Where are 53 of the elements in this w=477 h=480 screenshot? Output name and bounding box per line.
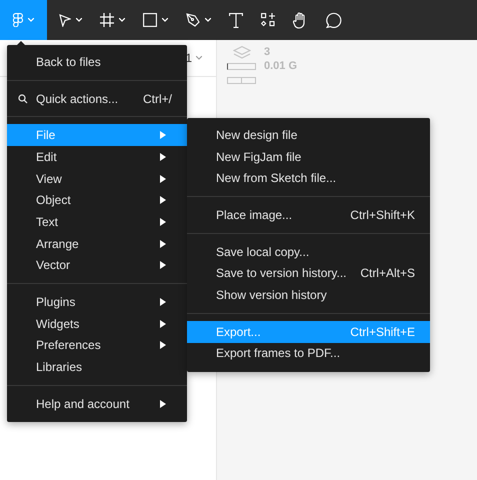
comment-icon: [326, 12, 342, 28]
menu-item[interactable]: Object: [7, 189, 187, 212]
chevron-down-icon: [119, 18, 125, 22]
menu-item[interactable]: Place image... Ctrl+Shift+K: [187, 204, 430, 226]
pen-icon: [186, 13, 200, 27]
submenu-arrow-icon: [160, 320, 166, 328]
menu-item[interactable]: Edit: [7, 146, 187, 168]
submenu-arrow-icon: [160, 131, 166, 140]
menu-item[interactable]: Save to version history... Ctrl+Alt+S: [187, 262, 430, 284]
menu-item[interactable]: Show version history: [187, 284, 430, 306]
menu-item[interactable]: Widgets: [7, 312, 187, 335]
submenu-arrow-icon: [160, 240, 166, 248]
menu-item[interactable]: Quick actions... Ctrl+/: [7, 88, 187, 110]
split-bar-icon: [227, 76, 256, 84]
menu-item[interactable]: Arrange: [7, 232, 187, 254]
menu-item[interactable]: New FigJam file: [187, 146, 430, 168]
main-menu-button[interactable]: [0, 0, 47, 40]
chevron-down-icon: [196, 56, 202, 60]
menu-item[interactable]: Text: [7, 211, 187, 233]
menu-item[interactable]: Libraries: [7, 356, 187, 378]
text-icon: [229, 12, 243, 28]
chevron-down-icon: [205, 18, 211, 22]
submenu-arrow-icon: [160, 341, 166, 350]
resources-icon: [261, 13, 275, 27]
layers-icon: [233, 46, 251, 58]
menu-item[interactable]: Plugins: [7, 291, 187, 313]
submenu-arrow-icon: [160, 152, 166, 161]
chevron-down-icon: [162, 18, 168, 22]
menu-item[interactable]: Export frames to PDF...: [187, 342, 430, 364]
layer-count: 3: [264, 46, 270, 58]
cursor-icon: [59, 14, 71, 26]
menu-item[interactable]: Vector: [7, 254, 187, 276]
memory-usage: 0.01 G: [264, 60, 298, 72]
submenu-arrow-icon: [160, 261, 166, 270]
menu-item[interactable]: Help and account: [7, 392, 187, 415]
submenu-arrow-icon: [160, 196, 166, 204]
submenu-arrow-icon: [160, 400, 166, 408]
logo-icon: [13, 13, 23, 27]
chevron-down-icon: [28, 18, 34, 22]
menu-item[interactable]: New from Sketch file...: [187, 167, 430, 190]
menu-item[interactable]: Save local copy...: [187, 240, 430, 262]
submenu-arrow-icon: [160, 218, 166, 226]
menu-item[interactable]: View: [7, 168, 187, 190]
rectangle-icon: [143, 13, 157, 27]
menu-item[interactable]: New design file: [187, 124, 430, 146]
menu-item[interactable]: Preferences: [7, 334, 187, 356]
submenu-arrow-icon: [160, 174, 166, 183]
submenu-arrow-icon: [160, 298, 166, 306]
frame-icon: [100, 13, 114, 27]
menu-item[interactable]: Back to files: [7, 51, 187, 73]
memory-bar-icon: [227, 62, 256, 70]
chevron-down-icon: [76, 18, 82, 22]
search-icon: [18, 94, 28, 104]
